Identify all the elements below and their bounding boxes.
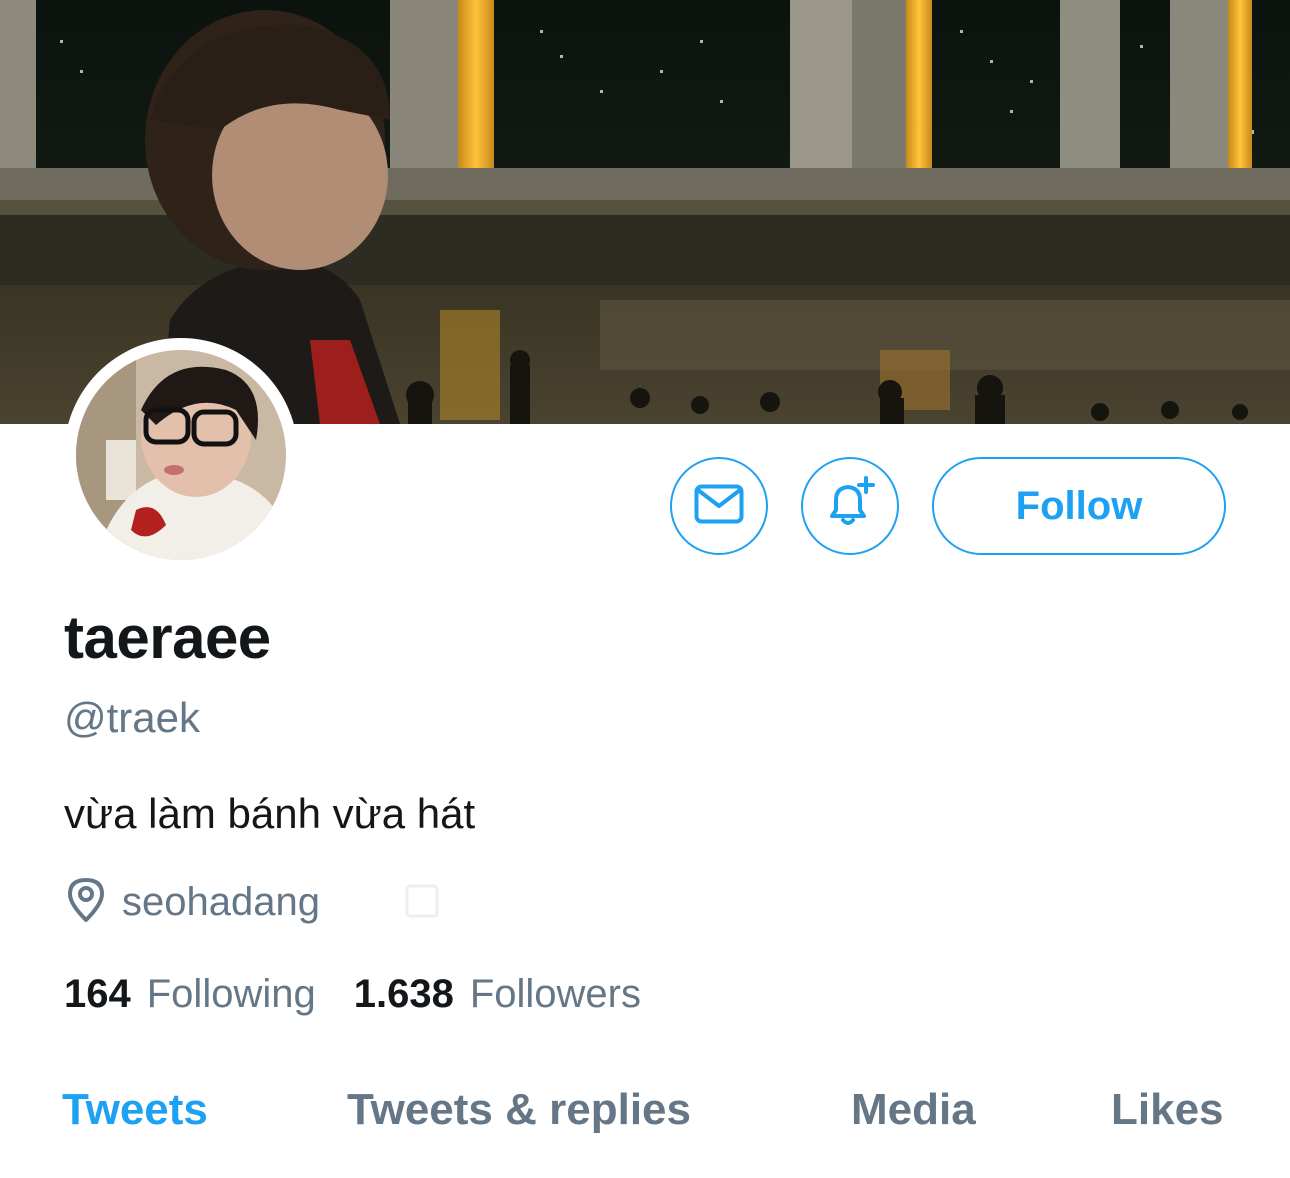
tab-tweets-replies[interactable]: Tweets & replies <box>347 1085 691 1135</box>
follow-button[interactable]: Follow <box>932 457 1226 555</box>
followers-label: Followers <box>469 972 641 1016</box>
followers-count: 1.638 <box>353 972 454 1016</box>
notifications-button[interactable] <box>801 457 899 555</box>
avatar-image <box>76 350 286 560</box>
avatar[interactable] <box>64 338 298 572</box>
tab-tweets[interactable]: Tweets <box>62 1085 208 1135</box>
location-text: seohadang <box>122 880 320 924</box>
following-label: Following <box>146 972 316 1016</box>
tab-likes[interactable]: Likes <box>1111 1085 1224 1135</box>
follow-stats: 164 Following 1.638 Followers <box>64 972 641 1017</box>
bell-plus-icon <box>822 475 878 537</box>
location: seohadang <box>64 876 320 929</box>
calendar-icon <box>404 880 440 925</box>
joined-date-faded <box>404 880 440 925</box>
mail-icon <box>694 484 744 529</box>
bio: vừa làm bánh vừa hát <box>64 790 476 837</box>
followers-stat[interactable]: 1.638 Followers <box>354 972 641 1017</box>
tab-media[interactable]: Media <box>851 1085 976 1135</box>
display-name: taeraee <box>64 604 271 671</box>
following-count: 164 <box>64 972 131 1016</box>
message-button[interactable] <box>670 457 768 555</box>
handle: @traek <box>64 694 201 741</box>
location-pin-icon <box>64 876 108 929</box>
following-stat[interactable]: 164 Following <box>64 972 316 1017</box>
